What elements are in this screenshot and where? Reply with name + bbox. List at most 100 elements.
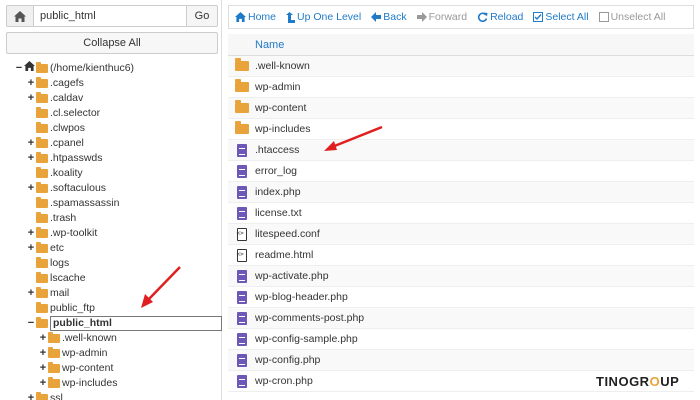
file-row[interactable]: wp-comments-post.php bbox=[228, 308, 694, 329]
tree-item[interactable]: + wp-content bbox=[0, 361, 222, 376]
folder-icon bbox=[36, 212, 48, 223]
tree-item-label: .clwpos bbox=[50, 122, 86, 134]
unselect-all-button[interactable]: Unselect All bbox=[598, 11, 665, 23]
annotation-arrow-public-html bbox=[141, 266, 181, 308]
folder-icon bbox=[36, 62, 48, 73]
file-name: wp-includes bbox=[255, 123, 311, 135]
tree-item[interactable]: .clwpos bbox=[0, 121, 222, 136]
tree-item[interactable]: .trash bbox=[0, 211, 222, 226]
file-row[interactable]: wp-includes bbox=[228, 119, 694, 140]
file-row[interactable]: index.php bbox=[228, 182, 694, 203]
collapse-icon[interactable]: − bbox=[26, 316, 36, 331]
annotation-arrow-htaccess bbox=[324, 125, 383, 151]
home-directory-button[interactable] bbox=[6, 5, 34, 27]
file-row[interactable]: error_log bbox=[228, 161, 694, 182]
folder-icon bbox=[36, 107, 48, 118]
file-row[interactable]: litespeed.conf bbox=[228, 224, 694, 245]
tree-item[interactable]: + ssl bbox=[0, 391, 222, 400]
code-file-icon bbox=[228, 227, 255, 241]
tree-item[interactable]: + .cpanel bbox=[0, 136, 222, 151]
tree-item[interactable]: + etc bbox=[0, 241, 222, 256]
folder-icon bbox=[228, 121, 255, 134]
file-row[interactable]: readme.html bbox=[228, 245, 694, 266]
home-button[interactable]: Home bbox=[235, 11, 276, 23]
expand-icon[interactable]: + bbox=[26, 286, 36, 301]
path-bar: Go bbox=[6, 5, 218, 27]
forward-button[interactable]: Forward bbox=[416, 11, 468, 23]
path-input[interactable] bbox=[34, 5, 186, 27]
tree-item-label: etc bbox=[50, 242, 65, 254]
watermark-logo: TINOGROUP bbox=[596, 374, 680, 389]
back-button[interactable]: Back bbox=[371, 11, 407, 23]
file-row[interactable]: wp-config-sample.php bbox=[228, 329, 694, 350]
tree-item[interactable]: .spamassassin bbox=[0, 196, 222, 211]
expand-icon[interactable]: + bbox=[26, 391, 36, 400]
tree-item[interactable]: + mail bbox=[0, 286, 222, 301]
select-all-button[interactable]: Select All bbox=[533, 11, 589, 23]
expand-icon[interactable]: + bbox=[26, 151, 36, 166]
reload-button[interactable]: Reload bbox=[477, 11, 523, 23]
up-one-level-button[interactable]: Up One Level bbox=[286, 11, 361, 23]
back-label: Back bbox=[383, 11, 407, 23]
folder-icon bbox=[228, 58, 255, 71]
tree-item[interactable]: + wp-includes bbox=[0, 376, 222, 391]
expand-icon[interactable]: + bbox=[38, 376, 48, 391]
tree-item[interactable]: + .softaculous bbox=[0, 181, 222, 196]
tree-item-label: lscache bbox=[50, 272, 86, 284]
tree-item[interactable]: public_ftp bbox=[0, 301, 222, 316]
file-row[interactable]: wp-content bbox=[228, 98, 694, 119]
tree-item[interactable]: − (/home/kienthuc6) bbox=[0, 61, 222, 76]
tree-item-label: .koality bbox=[50, 167, 83, 179]
tree-item[interactable]: .cl.selector bbox=[0, 106, 222, 121]
tree-item[interactable]: logs bbox=[0, 256, 222, 271]
folder-icon bbox=[36, 92, 48, 103]
expand-icon[interactable]: + bbox=[26, 91, 36, 106]
column-name-label: Name bbox=[255, 38, 285, 51]
reload-label: Reload bbox=[490, 11, 524, 23]
folder-icon bbox=[36, 392, 48, 400]
file-row[interactable]: license.txt bbox=[228, 203, 694, 224]
tree-item-label: .trash bbox=[50, 212, 77, 224]
tree-item-label: .cpanel bbox=[50, 137, 84, 149]
file-name: litespeed.conf bbox=[255, 228, 320, 240]
tree-item-label: .softaculous bbox=[50, 182, 107, 194]
expand-icon[interactable]: + bbox=[26, 76, 36, 91]
collapse-all-button[interactable]: Collapse All bbox=[6, 32, 218, 54]
file-row[interactable]: .htaccess bbox=[228, 140, 694, 161]
go-button[interactable]: Go bbox=[186, 5, 218, 27]
tree-item-label: .cagefs bbox=[50, 77, 84, 89]
expand-icon[interactable]: + bbox=[38, 331, 48, 346]
reload-icon bbox=[477, 12, 488, 23]
tree-item[interactable]: + .htpasswds bbox=[0, 151, 222, 166]
expand-icon[interactable]: + bbox=[26, 241, 36, 256]
column-header-name[interactable]: Name bbox=[228, 34, 694, 56]
tree-item[interactable]: + wp-admin bbox=[0, 346, 222, 361]
expand-icon[interactable]: + bbox=[26, 136, 36, 151]
tree-item[interactable]: + .wp-toolkit bbox=[0, 226, 222, 241]
expand-icon[interactable]: + bbox=[38, 346, 48, 361]
tree-item[interactable]: + .caldav bbox=[0, 91, 222, 106]
tree-item[interactable]: + .cagefs bbox=[0, 76, 222, 91]
folder-icon bbox=[228, 79, 255, 92]
file-row[interactable]: wp-activate.php bbox=[228, 266, 694, 287]
expand-icon[interactable]: + bbox=[38, 361, 48, 376]
file-row[interactable]: wp-admin bbox=[228, 77, 694, 98]
file-icon bbox=[228, 185, 255, 199]
expand-icon[interactable]: + bbox=[26, 226, 36, 241]
file-name: .htaccess bbox=[255, 144, 300, 156]
code-file-icon bbox=[228, 248, 255, 262]
file-row[interactable]: .well-known bbox=[228, 56, 694, 77]
collapse-icon[interactable]: − bbox=[14, 61, 24, 76]
tree-item[interactable]: lscache bbox=[0, 271, 222, 286]
file-rows: .well-known wp-admin wp-content wp-includes… bbox=[228, 56, 694, 392]
tree-item[interactable]: − public_html bbox=[0, 316, 222, 331]
tree-item[interactable]: .koality bbox=[0, 166, 222, 181]
tree-item-label: .cl.selector bbox=[50, 107, 101, 119]
forward-label: Forward bbox=[428, 11, 468, 23]
file-row[interactable]: wp-blog-header.php bbox=[228, 287, 694, 308]
file-name: wp-blog-header.php bbox=[255, 291, 348, 303]
tree-item[interactable]: + .well-known bbox=[0, 331, 222, 346]
expand-icon[interactable]: + bbox=[26, 181, 36, 196]
file-row[interactable]: wp-config.php bbox=[228, 350, 694, 371]
folder-icon bbox=[36, 137, 48, 148]
